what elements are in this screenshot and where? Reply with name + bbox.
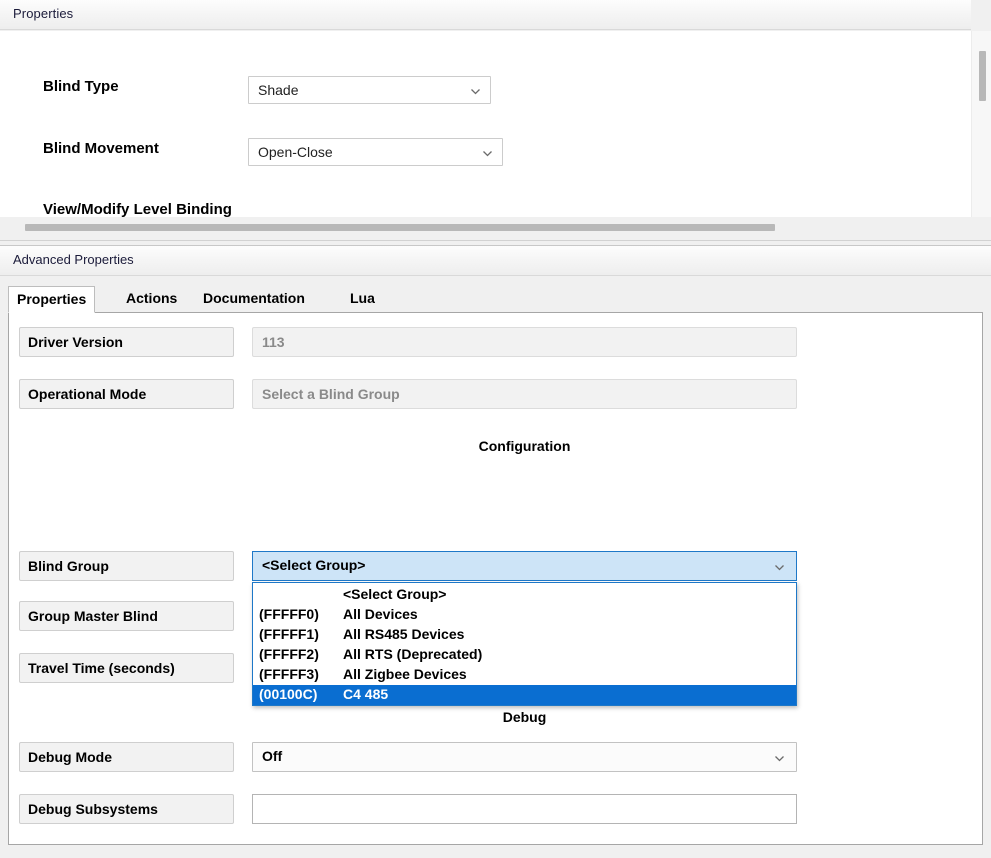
debug-subsystems-input[interactable] bbox=[252, 794, 797, 824]
option-name: All Devices bbox=[343, 606, 418, 622]
operational-mode-value: Select a Blind Group bbox=[252, 379, 797, 409]
properties-panel: Properties Blind Type Shade Blind Moveme… bbox=[0, 0, 991, 240]
blind-group-dropdown-list[interactable]: <Select Group> (FFFFF0) All Devices (FFFF… bbox=[252, 582, 797, 706]
properties-panel-body: Blind Type Shade Blind Movement Open-Clo… bbox=[0, 31, 971, 217]
debug-mode-value: Off bbox=[262, 748, 283, 764]
advanced-properties-panel: Advanced Properties Properties Actions D… bbox=[0, 246, 991, 858]
option-name: <Select Group> bbox=[343, 586, 447, 602]
tab-properties-label: Properties bbox=[17, 291, 87, 307]
blind-type-label: Blind Type bbox=[43, 78, 119, 95]
debug-section-header: Debug bbox=[502, 709, 547, 725]
properties-vertical-scrollbar[interactable] bbox=[971, 31, 991, 217]
operational-mode-label: Operational Mode bbox=[19, 379, 234, 409]
list-item[interactable]: <Select Group> bbox=[253, 585, 796, 605]
tab-actions-label: Actions bbox=[126, 290, 178, 306]
option-name: All Zigbee Devices bbox=[343, 666, 467, 682]
tab-documentation-label: Documentation bbox=[203, 290, 305, 306]
option-code: (FFFFF1) bbox=[259, 626, 319, 642]
option-name: C4 485 bbox=[343, 686, 389, 702]
option-name: All RTS (Deprecated) bbox=[343, 646, 483, 662]
option-code: (FFFFF2) bbox=[259, 646, 319, 662]
travel-time-label: Travel Time (seconds) bbox=[19, 653, 234, 683]
blind-group-value: <Select Group> bbox=[262, 557, 366, 573]
chevron-down-icon bbox=[469, 85, 482, 98]
option-code: (00100C) bbox=[259, 686, 318, 702]
blind-type-value: Shade bbox=[258, 82, 299, 98]
chevron-down-icon bbox=[773, 752, 786, 765]
configuration-section-header: Configuration bbox=[478, 438, 571, 454]
tab-lua-label: Lua bbox=[350, 290, 375, 306]
tab-lua[interactable]: Lua bbox=[342, 286, 383, 313]
scrollbar-thumb[interactable] bbox=[979, 51, 986, 101]
blind-type-select[interactable]: Shade bbox=[248, 76, 491, 104]
blind-movement-label: Blind Movement bbox=[43, 140, 159, 157]
tab-documentation[interactable]: Documentation bbox=[195, 286, 313, 313]
list-item[interactable]: (FFFFF0) All Devices bbox=[253, 605, 796, 625]
advanced-properties-header: Advanced Properties bbox=[0, 246, 991, 276]
tab-properties[interactable]: Properties bbox=[8, 286, 96, 313]
list-item[interactable]: (FFFFF1) All RS485 Devices bbox=[253, 625, 796, 645]
properties-panel-title: Properties bbox=[13, 6, 74, 21]
option-code: (FFFFF0) bbox=[259, 606, 319, 622]
scrollbar-thumb[interactable] bbox=[25, 224, 775, 231]
debug-mode-select[interactable]: Off bbox=[252, 742, 797, 772]
group-master-blind-label: Group Master Blind bbox=[19, 601, 234, 631]
tabstrip: Properties Actions Documentation Lua bbox=[8, 286, 983, 313]
view-modify-level-binding-label: View/Modify Level Binding bbox=[43, 201, 232, 217]
blind-group-label: Blind Group bbox=[19, 551, 234, 581]
chevron-down-icon bbox=[773, 561, 786, 574]
blind-movement-value: Open-Close bbox=[258, 144, 333, 160]
list-item-selected[interactable]: (00100C) C4 485 bbox=[253, 685, 796, 705]
option-name: All RS485 Devices bbox=[343, 626, 465, 642]
advanced-properties-title: Advanced Properties bbox=[13, 252, 134, 267]
list-item[interactable]: (FFFFF2) All RTS (Deprecated) bbox=[253, 645, 796, 665]
driver-version-label: Driver Version bbox=[19, 327, 234, 357]
driver-version-value: 113 bbox=[252, 327, 797, 357]
properties-tab-content: Driver Version 113 Operational Mode Sele… bbox=[8, 312, 983, 845]
list-item[interactable]: (FFFFF3) All Zigbee Devices bbox=[253, 665, 796, 685]
blind-movement-select[interactable]: Open-Close bbox=[248, 138, 503, 166]
tab-actions[interactable]: Actions bbox=[118, 286, 185, 313]
properties-panel-header: Properties bbox=[0, 0, 971, 30]
properties-horizontal-scrollbar[interactable] bbox=[0, 217, 991, 240]
chevron-down-icon bbox=[481, 147, 494, 160]
option-code: (FFFFF3) bbox=[259, 666, 319, 682]
debug-mode-label: Debug Mode bbox=[19, 742, 234, 772]
debug-subsystems-label: Debug Subsystems bbox=[19, 794, 234, 824]
blind-group-select[interactable]: <Select Group> bbox=[252, 551, 797, 581]
